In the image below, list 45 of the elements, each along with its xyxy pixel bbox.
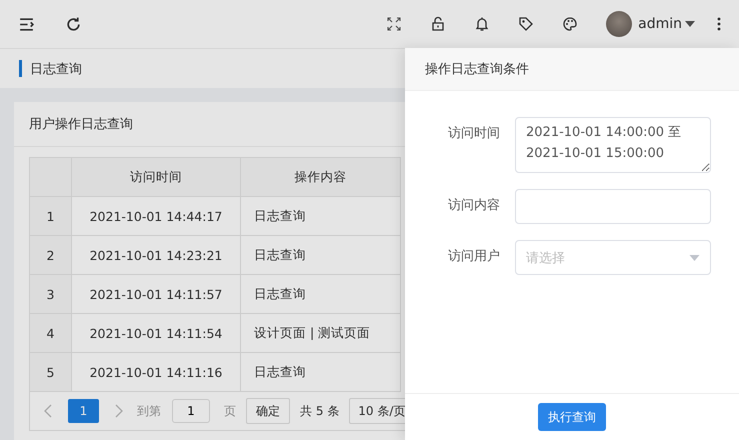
field-label: 访问时间 (447, 125, 500, 143)
table-cell: 3 (30, 274, 72, 314)
column-header: 访问时间 (72, 158, 240, 196)
table-cell: 5 (30, 352, 72, 392)
field-label: 访问用户 (447, 248, 500, 266)
palette-icon[interactable] (562, 16, 578, 32)
table-cell: 2021-10-01 14:23:21 (72, 236, 240, 274)
column-header: 操作内容 (240, 158, 400, 196)
tag-icon[interactable] (518, 16, 534, 32)
table-cell: 日志查询 (240, 352, 400, 392)
table-cell: 日志查询 (240, 236, 400, 274)
column-header (30, 158, 72, 196)
fullscreen-icon[interactable] (386, 16, 402, 32)
user-name[interactable]: admin (638, 16, 682, 32)
menu-fold-icon[interactable] (18, 16, 35, 32)
drawer-title: 操作日志查询条件 (425, 61, 529, 78)
search-button[interactable]: 执行查询 (538, 403, 606, 431)
total-count: 共 5 条 (300, 402, 340, 420)
caret-icon[interactable] (685, 21, 695, 27)
more-icon[interactable] (717, 16, 721, 32)
table-cell: 1 (30, 196, 72, 236)
field-label: 访问内容 (447, 197, 500, 215)
refresh-icon[interactable] (65, 16, 82, 32)
table-cell: 2021-10-01 14:11:57 (72, 274, 240, 314)
page-input[interactable]: 1 (172, 399, 210, 423)
table-cell: 2021-10-01 14:11:16 (72, 352, 240, 392)
table-cell: 2021-10-01 14:11:54 (72, 314, 240, 352)
table-cell: 日志查询 (240, 274, 400, 314)
page-title: 日志查询 (30, 60, 82, 78)
avatar[interactable] (606, 11, 632, 37)
card-title: 用户操作日志查询 (29, 116, 133, 133)
page-label: 页 (224, 402, 236, 420)
table-cell: 2021-10-01 14:44:17 (72, 196, 240, 236)
table-cell: 4 (30, 314, 72, 352)
goto-label: 到第 (137, 402, 161, 420)
page-button[interactable]: 1 (68, 399, 99, 423)
bell-icon[interactable] (474, 16, 490, 32)
time-range-field[interactable]: 2021-10-01 14:00:00 至 2021-10-01 15:00:00 (515, 117, 711, 173)
title-marker (19, 60, 22, 77)
table-cell: 设计页面 | 测试页面 (240, 314, 400, 352)
unlock-icon[interactable] (430, 16, 446, 32)
input-field[interactable] (515, 189, 711, 224)
table-cell: 2 (30, 236, 72, 274)
table-cell: 日志查询 (240, 196, 400, 236)
confirm-button[interactable]: 确定 (246, 398, 290, 424)
